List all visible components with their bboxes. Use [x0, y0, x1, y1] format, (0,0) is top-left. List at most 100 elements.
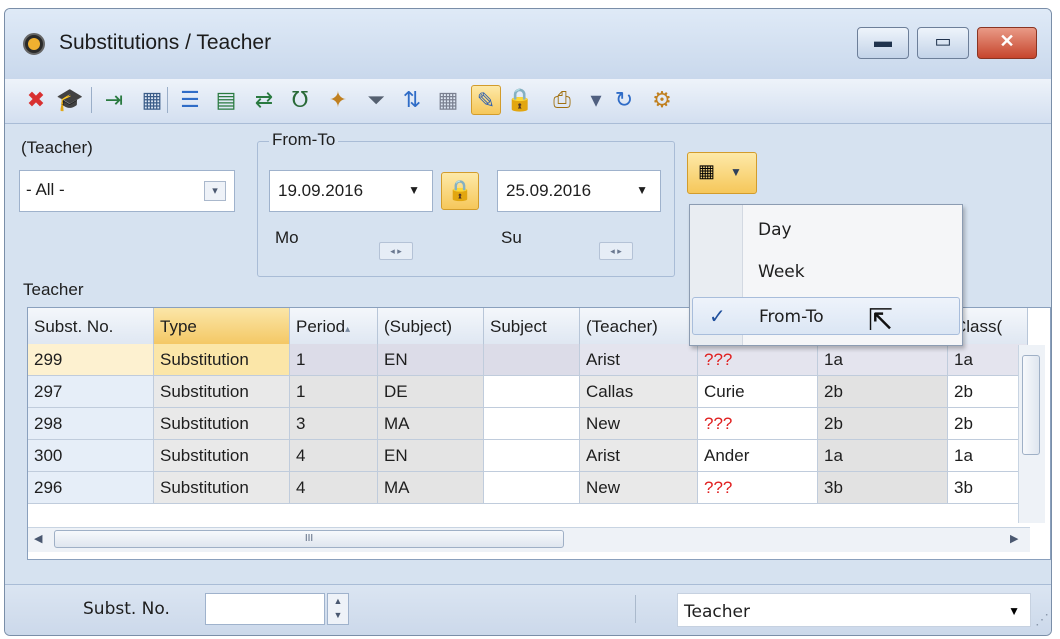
menu-item-week[interactable]: Week — [692, 253, 960, 291]
menu-item-day[interactable]: Day — [692, 211, 960, 249]
from-date-picker[interactable]: 19.09.2016 ▼ — [269, 170, 433, 212]
table-cell[interactable]: Substitution — [154, 472, 290, 504]
column-header[interactable]: (Teacher) — [580, 308, 698, 344]
table-cell[interactable]: 4 — [290, 440, 378, 472]
table-cell[interactable]: Substitution — [154, 376, 290, 408]
list-icon[interactable]: ☰ — [175, 85, 205, 115]
table-cell[interactable] — [484, 472, 580, 504]
dropdown-icon[interactable]: ▾ — [581, 85, 611, 115]
column-header[interactable]: Period▴ — [290, 308, 378, 344]
maximize-button[interactable]: ▭ — [917, 27, 969, 59]
table-cell[interactable]: Substitution — [154, 408, 290, 440]
calculator-icon[interactable]: ▦ — [137, 85, 167, 115]
calendar-icon[interactable]: ▤ — [211, 85, 241, 115]
column-header[interactable]: (Subject) — [378, 308, 484, 344]
subst-no-spinner[interactable]: ▲ ▼ — [327, 593, 349, 625]
resize-grip-icon[interactable]: ⋰ — [1035, 611, 1049, 628]
table-cell[interactable] — [484, 376, 580, 408]
table-cell[interactable]: Arist — [580, 440, 698, 472]
spin-down-icon[interactable]: ▼ — [328, 608, 348, 622]
from-date-arrow-icon[interactable]: ▼ — [408, 183, 420, 197]
table-cell[interactable]: 1a — [818, 344, 948, 376]
period-mode-button[interactable]: ▦ ▼ — [687, 152, 757, 194]
horizontal-scrollbar[interactable]: ◀ III ▶ — [28, 527, 1030, 552]
sort-az-icon[interactable]: ⇅ — [397, 85, 427, 115]
table-cell[interactable]: Substitution — [154, 344, 290, 376]
table-cell[interactable]: New — [580, 472, 698, 504]
table-cell[interactable]: 1a — [948, 440, 1028, 472]
column-header[interactable]: Type — [154, 308, 290, 344]
table-cell[interactable]: 1 — [290, 376, 378, 408]
table-cell[interactable]: 2b — [818, 376, 948, 408]
teacher-hat-icon[interactable]: 🎓 — [55, 85, 85, 115]
table-cell[interactable]: 3 — [290, 408, 378, 440]
column-header[interactable]: Subject — [484, 308, 580, 344]
table-cell[interactable]: 299 — [28, 344, 154, 376]
from-date-spinner[interactable]: ◂ ▸ — [379, 242, 413, 260]
table-cell[interactable]: ??? — [698, 344, 818, 376]
palette-icon[interactable]: ✎ — [471, 85, 501, 115]
column-header[interactable]: Subst. No. — [28, 308, 154, 344]
table-cell[interactable]: DE — [378, 376, 484, 408]
chevron-down-icon[interactable]: ▼ — [1008, 604, 1020, 618]
menu-item-from-to[interactable]: ✓ From-To — [692, 297, 960, 335]
to-date-arrow-icon[interactable]: ▼ — [636, 183, 648, 197]
table-cell[interactable] — [484, 408, 580, 440]
view-select[interactable]: Teacher ▼ — [677, 593, 1031, 627]
table-cell[interactable]: ??? — [698, 472, 818, 504]
table-cell[interactable]: Ander — [698, 440, 818, 472]
minimize-button[interactable]: ▬ — [857, 27, 909, 59]
table-cell[interactable]: 297 — [28, 376, 154, 408]
to-date-spinner[interactable]: ◂ ▸ — [599, 242, 633, 260]
table-cell[interactable] — [484, 344, 580, 376]
table-cell[interactable]: 300 — [28, 440, 154, 472]
wand-icon[interactable]: ✦ — [323, 85, 353, 115]
date-lock-button[interactable]: 🔒 — [441, 172, 479, 210]
delete-icon[interactable]: ✖ — [21, 85, 51, 115]
grid-icon[interactable]: ▦ — [433, 85, 463, 115]
vertical-scrollbar[interactable] — [1018, 345, 1045, 523]
table-cell[interactable]: Callas — [580, 376, 698, 408]
close-icon: ✕ — [999, 31, 1015, 51]
chevron-down-icon[interactable]: ▾ — [204, 181, 226, 201]
table-cell[interactable]: MA — [378, 408, 484, 440]
filter-icon[interactable]: ⏷ — [361, 85, 391, 115]
print-icon[interactable]: ⎙ — [547, 85, 577, 115]
table-cell[interactable]: ??? — [698, 408, 818, 440]
lock-icon[interactable]: 🔒 — [505, 85, 535, 115]
table-cell[interactable]: 1 — [290, 344, 378, 376]
table-cell[interactable]: 4 — [290, 472, 378, 504]
table-cell[interactable]: 2b — [948, 408, 1028, 440]
table-cell[interactable]: 1a — [948, 344, 1028, 376]
to-date-picker[interactable]: 25.09.2016 ▼ — [497, 170, 661, 212]
table-cell[interactable]: New — [580, 408, 698, 440]
table-cell[interactable]: 2b — [948, 376, 1028, 408]
swap-icon[interactable]: ⇄ — [249, 85, 279, 115]
refresh-icon[interactable]: ↻ — [609, 85, 639, 115]
table-cell[interactable]: 3b — [948, 472, 1028, 504]
table-cell[interactable]: 2b — [818, 408, 948, 440]
teacher-select[interactable]: - All - ▾ — [19, 170, 235, 212]
scroll-left-icon[interactable]: ◀ — [34, 532, 42, 545]
vertical-scroll-thumb[interactable] — [1022, 355, 1040, 455]
subst-no-input[interactable] — [205, 593, 325, 625]
table-cell[interactable]: Substitution — [154, 440, 290, 472]
table-cell[interactable]: EN — [378, 344, 484, 376]
table-cell[interactable]: Arist — [580, 344, 698, 376]
table-cell[interactable]: MA — [378, 472, 484, 504]
scroll-right-icon[interactable]: ▶ — [1010, 532, 1018, 545]
table-cell[interactable] — [484, 440, 580, 472]
table-cell[interactable]: EN — [378, 440, 484, 472]
table-cell[interactable]: 298 — [28, 408, 154, 440]
settings-gear-icon[interactable]: ⚙ — [647, 85, 677, 115]
stethoscope-icon[interactable]: ℧ — [285, 85, 315, 115]
exit-icon[interactable]: ⇥ — [99, 85, 129, 115]
table-cell[interactable]: 296 — [28, 472, 154, 504]
table-cell[interactable]: 3b — [818, 472, 948, 504]
status-bar: Subst. No. ▲ ▼ Teacher ▼ ⋰ — [5, 584, 1051, 635]
table-cell[interactable]: 1a — [818, 440, 948, 472]
spin-up-icon[interactable]: ▲ — [328, 594, 348, 608]
close-button[interactable]: ✕ — [977, 27, 1037, 59]
table-cell[interactable]: Curie — [698, 376, 818, 408]
horizontal-scroll-thumb[interactable]: III — [54, 530, 564, 548]
